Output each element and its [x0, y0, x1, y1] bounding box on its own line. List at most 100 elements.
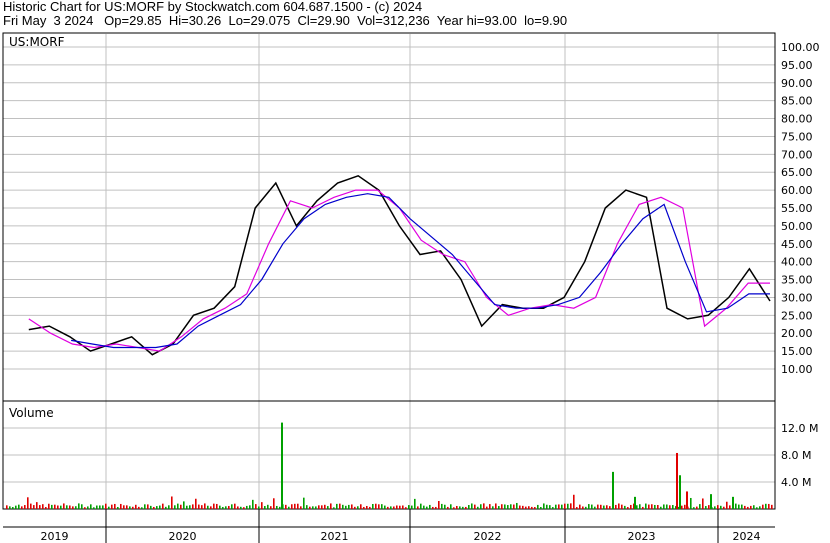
volume-bar	[252, 499, 254, 509]
volume-bar	[753, 505, 755, 509]
volume-bar	[444, 504, 446, 509]
volume-bar	[291, 504, 293, 509]
volume-bar	[597, 504, 599, 509]
volume-bar	[261, 502, 263, 509]
volume-bar	[36, 502, 38, 509]
volume-bar	[381, 504, 383, 509]
volume-bar	[522, 505, 524, 509]
volume-bar	[684, 504, 686, 509]
year-label: 2024	[733, 530, 761, 543]
volume-bar	[18, 504, 20, 509]
volume-bar	[351, 504, 353, 509]
volume-bar	[552, 507, 554, 509]
volume-bar	[549, 505, 551, 509]
price-tick-label: 100.00	[781, 41, 820, 54]
price-tick-label: 35.00	[781, 274, 813, 287]
volume-bar	[516, 502, 518, 509]
moving-average-long-line	[70, 193, 770, 349]
volume-bar	[72, 506, 74, 509]
volume-bar	[279, 506, 281, 509]
volume-bar	[756, 507, 758, 509]
volume-bar	[639, 504, 641, 509]
volume-bar	[579, 504, 581, 509]
volume-bar	[177, 503, 179, 509]
volume-bar	[372, 504, 374, 509]
ticker-label: US:MORF	[9, 35, 65, 49]
volume-bar	[345, 505, 347, 509]
volume-bar	[189, 505, 191, 509]
price-axis-ticks: 100.00 95.00 90.00 85.00 80.00 75.00 70.00 65.0…	[781, 41, 820, 376]
volume-bar	[117, 506, 119, 509]
volume-bar	[771, 504, 773, 509]
volume-bar	[390, 506, 392, 509]
grid	[3, 34, 775, 543]
volume-bar	[456, 505, 458, 509]
volume-bar	[498, 506, 500, 509]
volume-bar	[642, 506, 644, 509]
volume-bar	[768, 503, 770, 509]
volume-bar	[492, 506, 494, 509]
volume-bar	[510, 504, 512, 509]
volume-bar	[567, 503, 569, 509]
volume-bar	[738, 504, 740, 509]
volume-bar	[561, 504, 563, 509]
volume-tick-label: 8.0 M	[781, 449, 811, 462]
volume-bar	[690, 497, 692, 509]
year-label: 2022	[474, 530, 502, 543]
volume-bar	[60, 505, 62, 509]
volume-bar	[30, 503, 32, 509]
volume-bar	[591, 504, 593, 509]
volume-bar	[300, 506, 302, 509]
volume-bar	[63, 503, 65, 509]
volume-bar	[96, 505, 98, 509]
volume-bar	[237, 506, 239, 509]
volume-bar	[762, 504, 764, 509]
volume-bar	[99, 505, 101, 509]
volume-bar	[270, 506, 272, 509]
volume-bar	[669, 505, 671, 509]
volume-bar	[15, 505, 17, 509]
volume-bar	[663, 504, 665, 509]
price-tick-label: 55.00	[781, 202, 813, 215]
volume-bar	[207, 505, 209, 509]
volume-bar	[429, 504, 431, 509]
volume-axis-ticks: 12.0 M 8.0 M 4.0 M	[781, 422, 818, 489]
volume-bar	[477, 506, 479, 509]
year-label: 2019	[41, 530, 69, 543]
volume-bar	[147, 504, 149, 509]
volume-bar	[57, 505, 59, 509]
volume-bar	[606, 505, 608, 509]
price-tick-label: 65.00	[781, 166, 813, 179]
volume-bar	[402, 505, 404, 509]
volume-bar	[228, 505, 230, 509]
volume-bar	[111, 504, 113, 509]
volume-bar	[357, 506, 359, 509]
volume-bar	[699, 504, 701, 509]
volume-bar	[201, 505, 203, 509]
volume-bar	[246, 505, 248, 509]
volume-bar	[255, 504, 257, 509]
volume-bar	[192, 504, 194, 509]
volume-bar	[327, 506, 329, 509]
volume-bar	[501, 504, 503, 509]
volume-bar	[735, 503, 737, 509]
volume-bar	[234, 503, 236, 509]
volume-bar	[108, 506, 110, 509]
year-label: 2020	[169, 530, 197, 543]
volume-bar	[666, 504, 668, 509]
volume-bar	[174, 505, 176, 509]
volume-bar	[570, 503, 572, 509]
volume-tick-label: 4.0 M	[781, 476, 811, 489]
volume-bar	[366, 505, 368, 509]
volume-spike-bar	[732, 496, 734, 509]
volume-bar	[417, 506, 419, 509]
volume-bar	[183, 501, 185, 509]
volume-bar	[306, 505, 308, 509]
volume-bar	[198, 504, 200, 509]
volume-bar	[408, 505, 410, 509]
volume-bar	[330, 503, 332, 509]
price-tick-label: 50.00	[781, 220, 813, 233]
volume-bar	[225, 506, 227, 509]
volume-bar	[216, 503, 218, 509]
price-tick-label: 60.00	[781, 184, 813, 197]
